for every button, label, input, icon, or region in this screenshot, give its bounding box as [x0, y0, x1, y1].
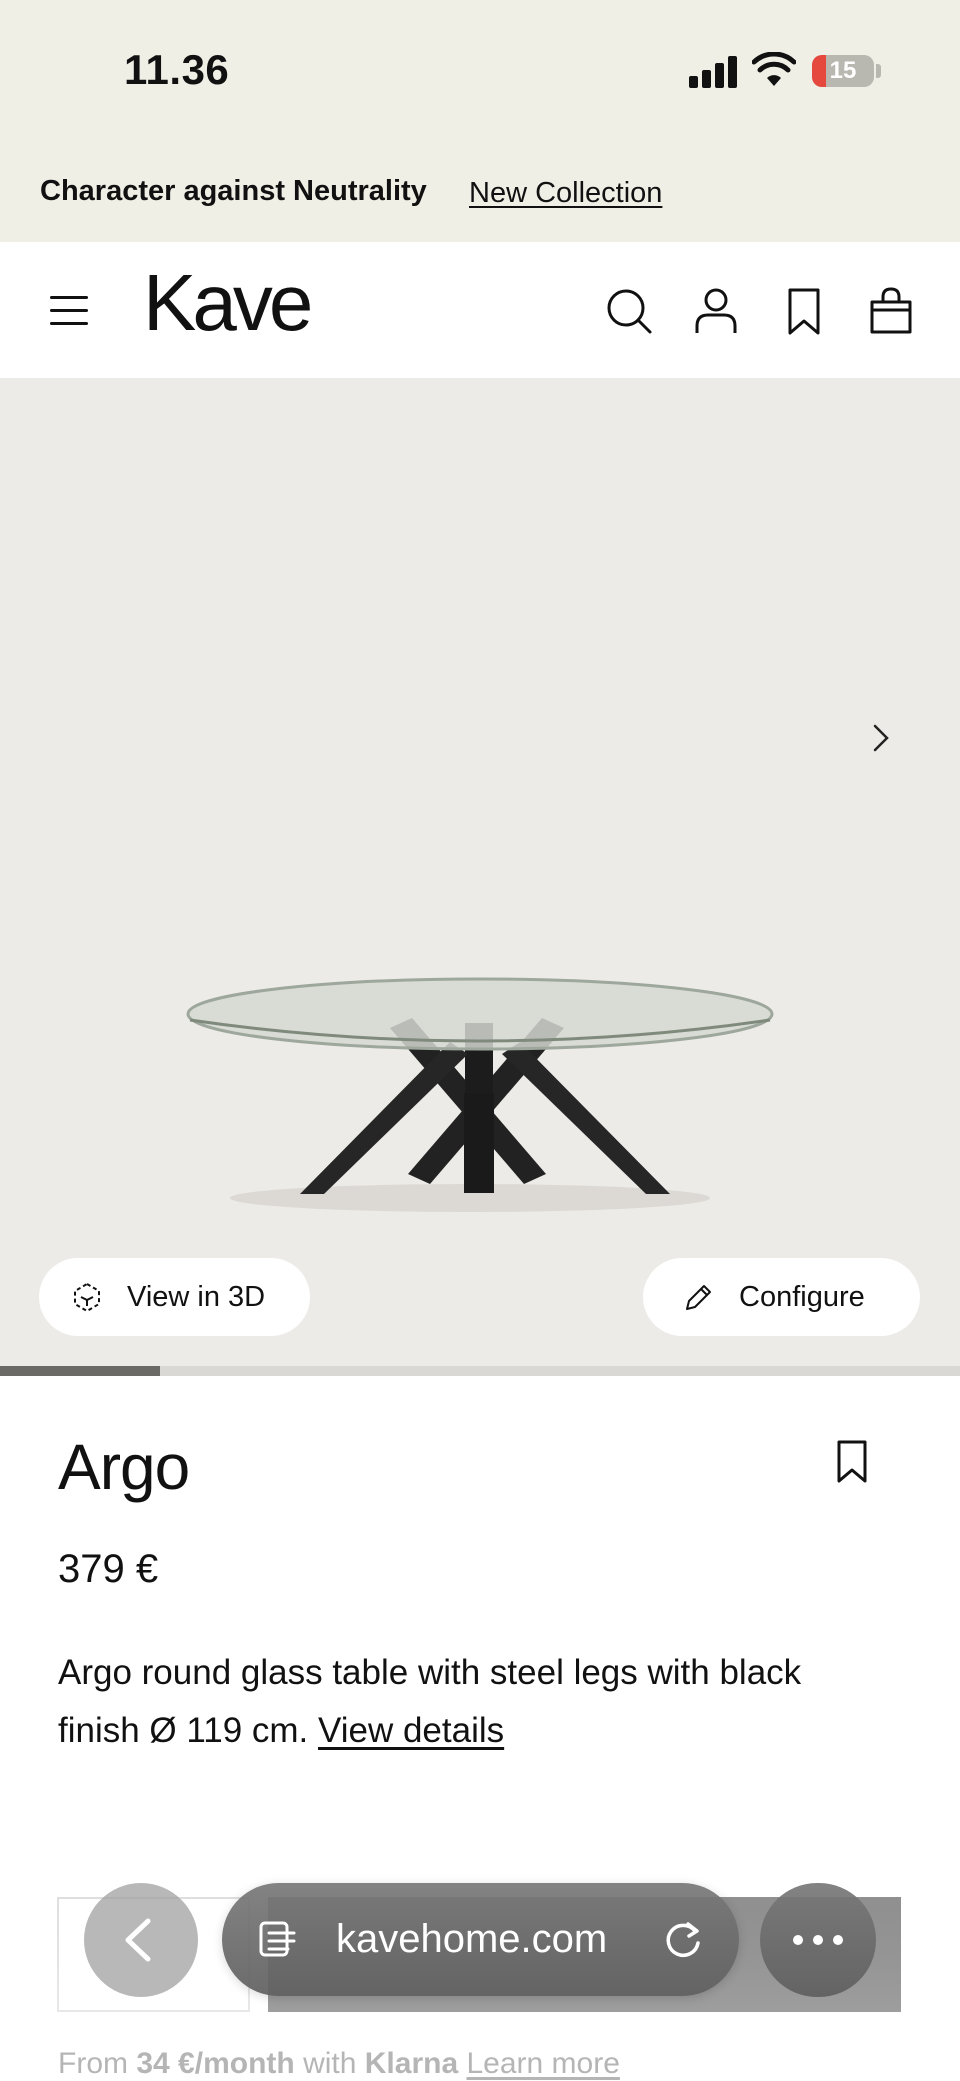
- gallery-progress-fill: [0, 1366, 161, 1376]
- top-banner-area: 11.36 15 Character against Neutrality Ne…: [0, 0, 960, 242]
- chevron-left-icon: [125, 1918, 151, 1962]
- klarna-provider: Klarna: [364, 2047, 459, 2080]
- wifi-icon: [752, 52, 796, 86]
- chevron-right-icon[interactable]: [866, 718, 896, 758]
- battery-icon: 15: [812, 55, 874, 87]
- view-in-3d-button[interactable]: View in 3D: [39, 1258, 310, 1336]
- klarna-financing-text: From 34 €/month with Klarna Learn more: [58, 2047, 620, 2081]
- browser-more-button[interactable]: [760, 1883, 876, 1997]
- wishlist-bookmark-icon[interactable]: [836, 1440, 868, 1484]
- cube-3d-icon: [74, 1282, 100, 1313]
- configure-label: Configure: [739, 1280, 865, 1313]
- search-icon[interactable]: [604, 286, 654, 336]
- klarna-prefix: From: [58, 2047, 128, 2080]
- shopping-bag-icon[interactable]: [866, 286, 916, 336]
- battery-tip: [876, 64, 881, 78]
- battery-level: 15: [829, 57, 857, 84]
- browser-address-bar[interactable]: kavehome.com: [222, 1883, 739, 1996]
- browser-back-button[interactable]: [84, 1883, 198, 1997]
- view-details-link[interactable]: View details: [318, 1711, 504, 1750]
- view-in-3d-label: View in 3D: [127, 1280, 266, 1313]
- klarna-learn-more-link[interactable]: Learn more: [466, 2047, 619, 2080]
- product-description: Argo round glass table with steel legs w…: [58, 1644, 878, 1760]
- pencil-icon: [686, 1285, 711, 1310]
- status-time: 11.36: [124, 46, 230, 93]
- configure-button[interactable]: Configure: [643, 1258, 920, 1336]
- reload-icon[interactable]: [662, 1919, 704, 1961]
- user-icon[interactable]: [691, 286, 741, 336]
- klarna-middle: with: [303, 2047, 357, 2080]
- promo-new-collection-link[interactable]: New Collection: [469, 177, 662, 210]
- site-header: Kave: [0, 242, 960, 378]
- klarna-amount: 34 €/month: [136, 2047, 295, 2080]
- more-dots-icon: [793, 1935, 843, 1945]
- promo-text: Character against Neutrality: [40, 175, 427, 207]
- bookmark-icon[interactable]: [779, 286, 829, 336]
- tabs-icon: [259, 1921, 296, 1957]
- product-title: Argo: [58, 1431, 190, 1503]
- browser-url: kavehome.com: [336, 1917, 608, 1961]
- brand-logo[interactable]: Kave: [143, 263, 313, 343]
- product-image: [186, 977, 774, 1212]
- product-price: 379 €: [58, 1547, 159, 1591]
- product-gallery[interactable]: View in 3D Configure: [0, 378, 960, 1366]
- gallery-progress-bar: [0, 1366, 960, 1376]
- hamburger-icon[interactable]: [50, 294, 88, 326]
- cellular-signal-icon: [689, 56, 739, 88]
